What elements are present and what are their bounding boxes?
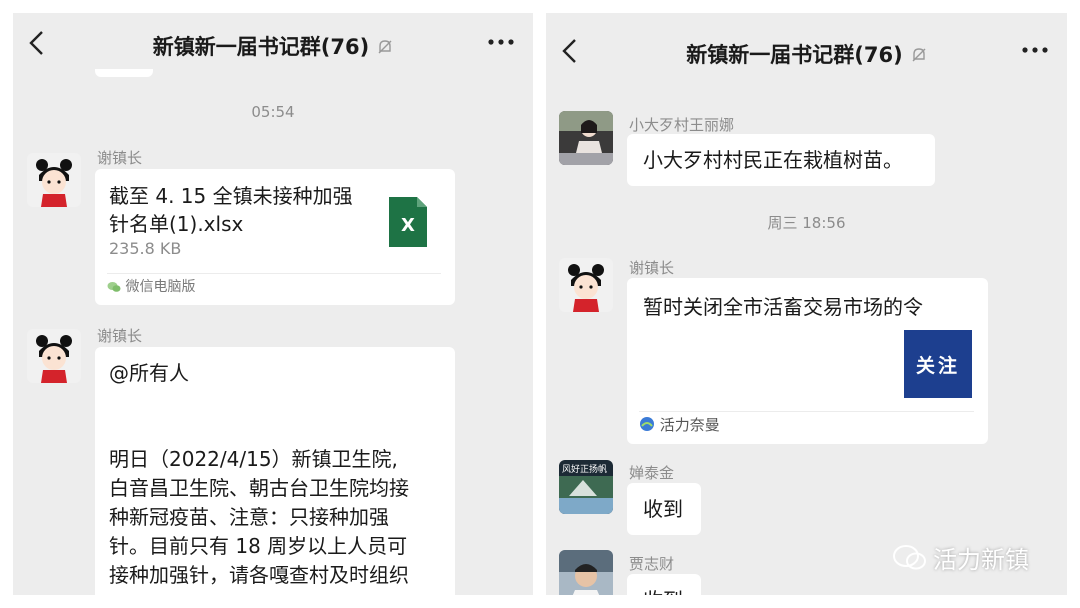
timestamp: 05:54 — [251, 103, 295, 121]
timestamp: 周三 18:56 — [767, 214, 846, 232]
file-name-line: 针名单(1).xlsx — [109, 212, 244, 236]
file-name: 截至 4. 15 全镇未接种加强 针名单(1).xlsx — [109, 182, 377, 238]
mute-bell-icon — [911, 45, 927, 69]
message-line: 接种加强针，请各嘎查村及时组织 — [109, 563, 409, 587]
article-card[interactable]: 暂时关闭全市活畜交易市场的令 关注 活力奈曼 — [627, 278, 988, 444]
wechat-icon — [107, 281, 121, 297]
more-options-icon[interactable] — [487, 27, 515, 64]
avatar-text: 风好正扬帆 — [562, 465, 608, 475]
chat-title-text: 新镇新一届书记群(76) — [686, 43, 903, 67]
text-message-bubble[interactable]: 收到 — [627, 574, 701, 595]
avatar[interactable] — [559, 111, 613, 165]
sender-name: 谢镇长 — [629, 259, 675, 277]
sender-name: 谢镇长 — [97, 327, 143, 345]
chat-title: 新镇新一届书记群(76) — [13, 31, 533, 61]
chat-title: 新镇新一届书记群(76) — [546, 39, 1067, 69]
message-line: 种新冠疫苗、注意：只接种加强 — [109, 505, 389, 529]
thumbnail-text: 关注 — [915, 355, 960, 377]
watermark-text: 活力新镇 — [933, 546, 1029, 574]
card-source-label: 活力奈曼 — [659, 416, 720, 434]
avatar[interactable] — [559, 550, 613, 595]
file-size: 235.8 KB — [109, 239, 182, 258]
watermark: 活力新镇 — [893, 540, 1029, 578]
message-text: 收到 — [643, 497, 683, 521]
divider — [639, 411, 974, 412]
article-thumbnail: 关注 — [904, 330, 972, 398]
more-options-icon[interactable] — [1021, 35, 1049, 72]
file-message-card[interactable]: 截至 4. 15 全镇未接种加强 针名单(1).xlsx 235.8 KB X … — [95, 169, 455, 305]
chat-window-right: 新镇新一届书记群(76) 小大歹村王丽娜 小大歹村村民正在栽植树苗。 周三 18… — [546, 13, 1067, 595]
message-text: 小大歹村村民正在栽植树苗。 — [643, 148, 903, 172]
previous-message-fragment — [95, 69, 153, 77]
official-account-icon — [639, 416, 655, 436]
chat-title-text: 新镇新一届书记群(76) — [152, 35, 370, 59]
card-source-label: 微信电脑版 — [125, 279, 196, 295]
divider — [107, 273, 441, 274]
message-text: 明日（2022/4/15）新镇卫生院, 白音昌卫生院、朝古台卫生院均接 种新冠疫… — [109, 445, 449, 590]
sender-name: 贾志财 — [629, 555, 675, 573]
message-text: 收到 — [643, 586, 683, 595]
sender-name: 谢镇长 — [97, 149, 143, 167]
sender-name: 婵泰金 — [629, 464, 675, 482]
message-line: 明日（2022/4/15）新镇卫生院, — [109, 447, 398, 471]
text-message-bubble[interactable]: 小大歹村村民正在栽植树苗。 — [627, 134, 935, 186]
excel-icon-letter: X — [401, 215, 415, 236]
avatar[interactable] — [559, 258, 613, 312]
avatar[interactable] — [27, 329, 81, 383]
chat-header: 新镇新一届书记群(76) — [546, 13, 1067, 77]
message-line: 针。目前只有 18 周岁以上人员可 — [109, 534, 408, 558]
avatar[interactable]: 风好正扬帆 — [559, 460, 613, 514]
chat-window-left: 新镇新一届书记群(76) 05:54 谢镇长 截至 4. 15 全镇未接种加强 … — [13, 13, 533, 595]
card-source: 微信电脑版 — [107, 276, 195, 297]
chat-header: 新镇新一届书记群(76) — [13, 13, 533, 77]
card-source: 活力奈曼 — [639, 414, 720, 436]
message-line: 白音昌卫生院、朝古台卫生院均接 — [109, 476, 409, 500]
sender-name: 小大歹村王丽娜 — [629, 116, 735, 134]
text-message-bubble[interactable]: 收到 — [627, 483, 701, 535]
avatar[interactable] — [27, 153, 81, 207]
mute-bell-icon — [377, 37, 393, 61]
mention-all: @所有人 — [109, 361, 189, 385]
wechat-watermark-icon — [893, 544, 927, 578]
file-name-line: 截至 4. 15 全镇未接种加强 — [109, 184, 353, 208]
text-message-bubble[interactable]: @所有人 明日（2022/4/15）新镇卫生院, 白音昌卫生院、朝古台卫生院均接… — [95, 347, 455, 595]
excel-file-icon: X — [389, 197, 427, 247]
article-title: 暂时关闭全市活畜交易市场的令 — [643, 295, 923, 319]
